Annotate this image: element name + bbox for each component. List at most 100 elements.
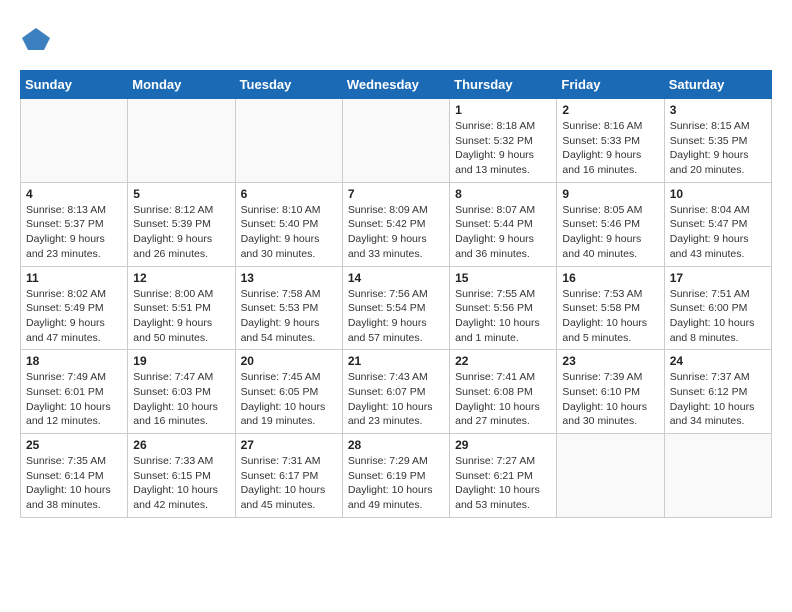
weekday-header-row: SundayMondayTuesdayWednesdayThursdayFrid… xyxy=(21,71,772,99)
day-info: Sunrise: 8:09 AM Sunset: 5:42 PM Dayligh… xyxy=(348,203,444,262)
day-number: 10 xyxy=(670,187,766,201)
day-info: Sunrise: 7:31 AM Sunset: 6:17 PM Dayligh… xyxy=(241,454,337,513)
calendar-cell: 18Sunrise: 7:49 AM Sunset: 6:01 PM Dayli… xyxy=(21,350,128,434)
calendar-cell: 1 Sunrise: 8:18 AM Sunset: 5:32 PM Daylig… xyxy=(450,99,557,183)
calendar-cell: 24 Sunrise: 7:37 AM Sunset: 6:12 PM Dayli… xyxy=(664,350,771,434)
calendar-cell: 4 Sunrise: 8:13 AM Sunset: 5:37 PM Daylig… xyxy=(21,182,128,266)
logo xyxy=(20,24,52,54)
day-info: Sunrise: 7:51 AM Sunset: 6:00 PM Dayligh… xyxy=(670,287,766,346)
weekday-header-sunday: Sunday xyxy=(21,71,128,99)
day-info: Sunrise: 7:41 AM Sunset: 6:08 PM Dayligh… xyxy=(455,370,551,429)
calendar-cell xyxy=(128,99,235,183)
calendar-week-row: 11Sunrise: 8:02 AM Sunset: 5:49 PM Dayli… xyxy=(21,266,772,350)
day-number: 29 xyxy=(455,438,551,452)
calendar-week-row: 4 Sunrise: 8:13 AM Sunset: 5:37 PM Daylig… xyxy=(21,182,772,266)
day-number: 26 xyxy=(133,438,229,452)
calendar-cell: 2 Sunrise: 8:16 AM Sunset: 5:33 PM Daylig… xyxy=(557,99,664,183)
calendar-cell: 5 Sunrise: 8:12 AM Sunset: 5:39 PM Daylig… xyxy=(128,182,235,266)
day-number: 18 xyxy=(26,354,122,368)
weekday-header-monday: Monday xyxy=(128,71,235,99)
day-info: Sunrise: 8:07 AM Sunset: 5:44 PM Dayligh… xyxy=(455,203,551,262)
day-number: 14 xyxy=(348,271,444,285)
day-info: Sunrise: 8:00 AM Sunset: 5:51 PM Dayligh… xyxy=(133,287,229,346)
day-number: 16 xyxy=(562,271,658,285)
day-number: 24 xyxy=(670,354,766,368)
calendar-cell: 6Sunrise: 8:10 AM Sunset: 5:40 PM Daylig… xyxy=(235,182,342,266)
calendar-cell: 7 Sunrise: 8:09 AM Sunset: 5:42 PM Daylig… xyxy=(342,182,449,266)
calendar-cell: 11Sunrise: 8:02 AM Sunset: 5:49 PM Dayli… xyxy=(21,266,128,350)
day-info: Sunrise: 7:47 AM Sunset: 6:03 PM Dayligh… xyxy=(133,370,229,429)
day-info: Sunrise: 7:39 AM Sunset: 6:10 PM Dayligh… xyxy=(562,370,658,429)
weekday-header-wednesday: Wednesday xyxy=(342,71,449,99)
day-number: 9 xyxy=(562,187,658,201)
calendar-cell: 22 Sunrise: 7:41 AM Sunset: 6:08 PM Dayli… xyxy=(450,350,557,434)
calendar-cell: 13 Sunrise: 7:58 AM Sunset: 5:53 PM Dayli… xyxy=(235,266,342,350)
day-info: Sunrise: 7:55 AM Sunset: 5:56 PM Dayligh… xyxy=(455,287,551,346)
calendar-cell: 16 Sunrise: 7:53 AM Sunset: 5:58 PM Dayli… xyxy=(557,266,664,350)
day-info: Sunrise: 7:27 AM Sunset: 6:21 PM Dayligh… xyxy=(455,454,551,513)
day-info: Sunrise: 7:35 AM Sunset: 6:14 PM Dayligh… xyxy=(26,454,122,513)
calendar-week-row: 25 Sunrise: 7:35 AM Sunset: 6:14 PM Dayli… xyxy=(21,434,772,518)
day-number: 7 xyxy=(348,187,444,201)
day-number: 27 xyxy=(241,438,337,452)
day-info: Sunrise: 7:43 AM Sunset: 6:07 PM Dayligh… xyxy=(348,370,444,429)
day-number: 4 xyxy=(26,187,122,201)
day-number: 1 xyxy=(455,103,551,117)
calendar-cell: 3Sunrise: 8:15 AM Sunset: 5:35 PM Daylig… xyxy=(664,99,771,183)
day-info: Sunrise: 8:18 AM Sunset: 5:32 PM Dayligh… xyxy=(455,119,551,178)
calendar-cell xyxy=(235,99,342,183)
day-number: 28 xyxy=(348,438,444,452)
calendar-cell: 28 Sunrise: 7:29 AM Sunset: 6:19 PM Dayli… xyxy=(342,434,449,518)
day-number: 2 xyxy=(562,103,658,117)
day-info: Sunrise: 7:45 AM Sunset: 6:05 PM Dayligh… xyxy=(241,370,337,429)
day-info: Sunrise: 8:12 AM Sunset: 5:39 PM Dayligh… xyxy=(133,203,229,262)
day-number: 15 xyxy=(455,271,551,285)
day-number: 20 xyxy=(241,354,337,368)
calendar-cell: 23 Sunrise: 7:39 AM Sunset: 6:10 PM Dayli… xyxy=(557,350,664,434)
weekday-header-friday: Friday xyxy=(557,71,664,99)
day-info: Sunrise: 7:53 AM Sunset: 5:58 PM Dayligh… xyxy=(562,287,658,346)
day-number: 22 xyxy=(455,354,551,368)
calendar-cell: 10 Sunrise: 8:04 AM Sunset: 5:47 PM Dayli… xyxy=(664,182,771,266)
day-number: 21 xyxy=(348,354,444,368)
day-number: 8 xyxy=(455,187,551,201)
day-number: 23 xyxy=(562,354,658,368)
page-header xyxy=(20,20,772,54)
day-number: 25 xyxy=(26,438,122,452)
calendar-week-row: 1 Sunrise: 8:18 AM Sunset: 5:32 PM Daylig… xyxy=(21,99,772,183)
logo-icon xyxy=(22,24,52,54)
day-info: Sunrise: 7:58 AM Sunset: 5:53 PM Dayligh… xyxy=(241,287,337,346)
calendar-cell xyxy=(21,99,128,183)
calendar-cell: 8 Sunrise: 8:07 AM Sunset: 5:44 PM Daylig… xyxy=(450,182,557,266)
day-number: 6 xyxy=(241,187,337,201)
day-number: 17 xyxy=(670,271,766,285)
calendar-cell: 21 Sunrise: 7:43 AM Sunset: 6:07 PM Dayli… xyxy=(342,350,449,434)
calendar-cell: 29 Sunrise: 7:27 AM Sunset: 6:21 PM Dayli… xyxy=(450,434,557,518)
calendar-cell xyxy=(557,434,664,518)
day-number: 5 xyxy=(133,187,229,201)
day-info: Sunrise: 7:37 AM Sunset: 6:12 PM Dayligh… xyxy=(670,370,766,429)
day-info: Sunrise: 8:02 AM Sunset: 5:49 PM Dayligh… xyxy=(26,287,122,346)
calendar-cell xyxy=(664,434,771,518)
day-number: 13 xyxy=(241,271,337,285)
calendar-table: SundayMondayTuesdayWednesdayThursdayFrid… xyxy=(20,70,772,518)
calendar-cell: 17 Sunrise: 7:51 AM Sunset: 6:00 PM Dayli… xyxy=(664,266,771,350)
weekday-header-thursday: Thursday xyxy=(450,71,557,99)
day-info: Sunrise: 7:29 AM Sunset: 6:19 PM Dayligh… xyxy=(348,454,444,513)
calendar-week-row: 18Sunrise: 7:49 AM Sunset: 6:01 PM Dayli… xyxy=(21,350,772,434)
calendar-cell: 19Sunrise: 7:47 AM Sunset: 6:03 PM Dayli… xyxy=(128,350,235,434)
calendar-cell: 26 Sunrise: 7:33 AM Sunset: 6:15 PM Dayli… xyxy=(128,434,235,518)
calendar-cell: 9Sunrise: 8:05 AM Sunset: 5:46 PM Daylig… xyxy=(557,182,664,266)
day-info: Sunrise: 7:33 AM Sunset: 6:15 PM Dayligh… xyxy=(133,454,229,513)
day-number: 3 xyxy=(670,103,766,117)
calendar-cell: 25 Sunrise: 7:35 AM Sunset: 6:14 PM Dayli… xyxy=(21,434,128,518)
day-info: Sunrise: 8:04 AM Sunset: 5:47 PM Dayligh… xyxy=(670,203,766,262)
calendar-cell xyxy=(342,99,449,183)
calendar-cell: 14Sunrise: 7:56 AM Sunset: 5:54 PM Dayli… xyxy=(342,266,449,350)
day-info: Sunrise: 8:13 AM Sunset: 5:37 PM Dayligh… xyxy=(26,203,122,262)
calendar-cell: 12 Sunrise: 8:00 AM Sunset: 5:51 PM Dayli… xyxy=(128,266,235,350)
calendar-cell: 20 Sunrise: 7:45 AM Sunset: 6:05 PM Dayli… xyxy=(235,350,342,434)
calendar-cell: 27 Sunrise: 7:31 AM Sunset: 6:17 PM Dayli… xyxy=(235,434,342,518)
day-number: 12 xyxy=(133,271,229,285)
day-info: Sunrise: 8:16 AM Sunset: 5:33 PM Dayligh… xyxy=(562,119,658,178)
